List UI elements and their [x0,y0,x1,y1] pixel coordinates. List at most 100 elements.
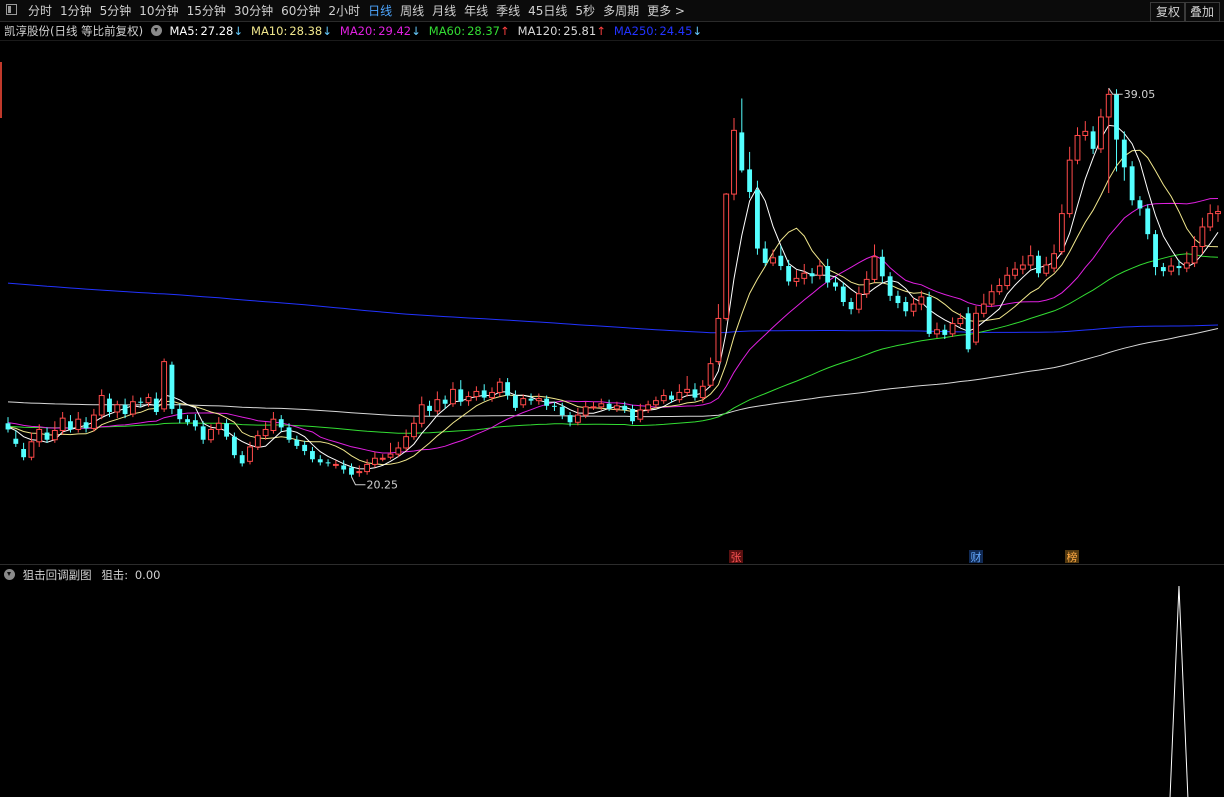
period-tab-3[interactable]: 10分钟 [135,0,182,22]
candle [910,297,917,317]
period-tabs: 分时 1分钟 5分钟 10分钟 15分钟 30分钟 60分钟 2小时 日线 周线 月线 年线 季线 45日… [24,0,689,22]
candle [371,452,378,468]
ma-legend-item-5: MA250: 24.45↓ [614,22,702,40]
period-tab-5[interactable]: 30分钟 [230,0,277,22]
candle-body [926,296,932,334]
period-tab-10[interactable]: 月线 [428,0,460,22]
subchart-title[interactable]: 狙击回调副图 [23,566,92,584]
candle [786,259,792,286]
period-tab-1[interactable]: 1分钟 [56,0,96,22]
candle-body [871,256,878,280]
candle-body [879,256,885,277]
period-tab-13[interactable]: 45日线 [524,0,571,22]
candle-body [489,391,495,399]
candle-body [215,422,222,430]
candle [473,386,480,401]
candle-body [395,447,402,455]
candle [1004,267,1011,290]
event-marker-1[interactable]: 财 [971,550,982,564]
candle-body [1027,255,1034,266]
candle [153,392,159,416]
candle-body [1043,264,1050,274]
period-tab-8[interactable]: 日线 [364,0,396,22]
candle-body [427,405,432,411]
candle [44,427,50,443]
period-tab-4[interactable]: 15分钟 [183,0,230,22]
period-tab-16[interactable]: 更多 > [643,0,689,22]
overlay-button[interactable]: 叠加 [1184,2,1221,22]
candle [535,393,542,405]
period-tab-12[interactable]: 季线 [492,0,524,22]
period-tab-9[interactable]: 周线 [396,0,428,22]
candle [996,278,1003,295]
candle [630,404,635,425]
period-tab-6[interactable]: 60分钟 [277,0,324,22]
candle [512,390,518,411]
candle [895,290,901,309]
candle-body [918,296,925,305]
period-tab-14[interactable]: 5秒 [571,0,599,22]
period-tab-11[interactable]: 年线 [460,0,492,22]
candle [1074,127,1081,165]
candle-body [895,295,901,304]
candle [1036,250,1041,278]
candle [21,442,27,461]
candle [231,432,237,459]
candle-body [528,398,534,401]
period-tab-0[interactable]: 分时 [24,0,56,22]
period-tab-15[interactable]: 多周期 [599,0,643,22]
ma5-line [7,124,1219,470]
candle [129,395,136,418]
candle-body [442,399,448,404]
panel-toggle-icon[interactable] [6,4,17,15]
candle-body [1215,211,1221,215]
candle [731,118,737,201]
event-markers: 张财榜 [729,550,1079,564]
candle-body [68,421,73,430]
candle-body [559,406,565,416]
event-marker-2[interactable]: 榜 [1067,550,1078,564]
period-tab-2[interactable]: 5分钟 [96,0,136,22]
candle-body [793,277,800,282]
dropdown-circle-icon[interactable] [150,25,162,36]
ma-legend-item-3: MA60: 28.37↑ [429,22,510,40]
candle-body [754,189,760,249]
ma-values: MA5: 27.28↓ MA10: 28.38↓ MA20: 29.42↓ MA60: 28.… [169,22,710,40]
candle [965,307,971,353]
dropdown-circle-icon[interactable] [4,569,15,580]
ma10-line [7,149,1219,466]
candle [496,378,503,397]
candle-body [278,419,284,428]
ma-label: MA60: [428,24,466,38]
ma-value: 29.42 [378,24,412,38]
candle [1129,161,1135,206]
candle [957,313,964,327]
candle-body [129,401,136,415]
candle [122,398,128,419]
candle-body [379,457,386,460]
candle-body [5,423,11,430]
moving-average-lines [7,124,1219,470]
candle [747,151,753,199]
candle [879,249,885,283]
event-marker-0[interactable]: 张 [731,551,742,564]
candle-body [699,385,706,399]
candle-body [371,457,378,465]
ma-value: 25.81 [563,24,597,38]
kline-chart[interactable]: 39.05 20.25 张 财 榜 [0,0,1224,797]
candle-body [247,446,253,462]
period-tab-7[interactable]: 2小时 [324,0,364,22]
stock-title[interactable]: 凯淳股份(日线 等比前复权) [4,22,143,40]
annotation-pointer [1108,87,1123,95]
candle [13,430,19,447]
candle-body [887,276,893,296]
arrow-down-icon: ↓ [322,24,332,38]
candle [75,411,82,433]
candle [684,376,691,397]
ma-label: MA10: [251,24,288,38]
ma-legend: 凯淳股份(日线 等比前复权) MA5: 27.28↓ MA10: 28.38↓ MA20… [0,22,1224,40]
candle-body [512,395,518,408]
candle-body [801,272,808,279]
annotation-high-label: 39.05 [1124,88,1156,101]
fuquan-button[interactable]: 复权 [1150,2,1187,22]
